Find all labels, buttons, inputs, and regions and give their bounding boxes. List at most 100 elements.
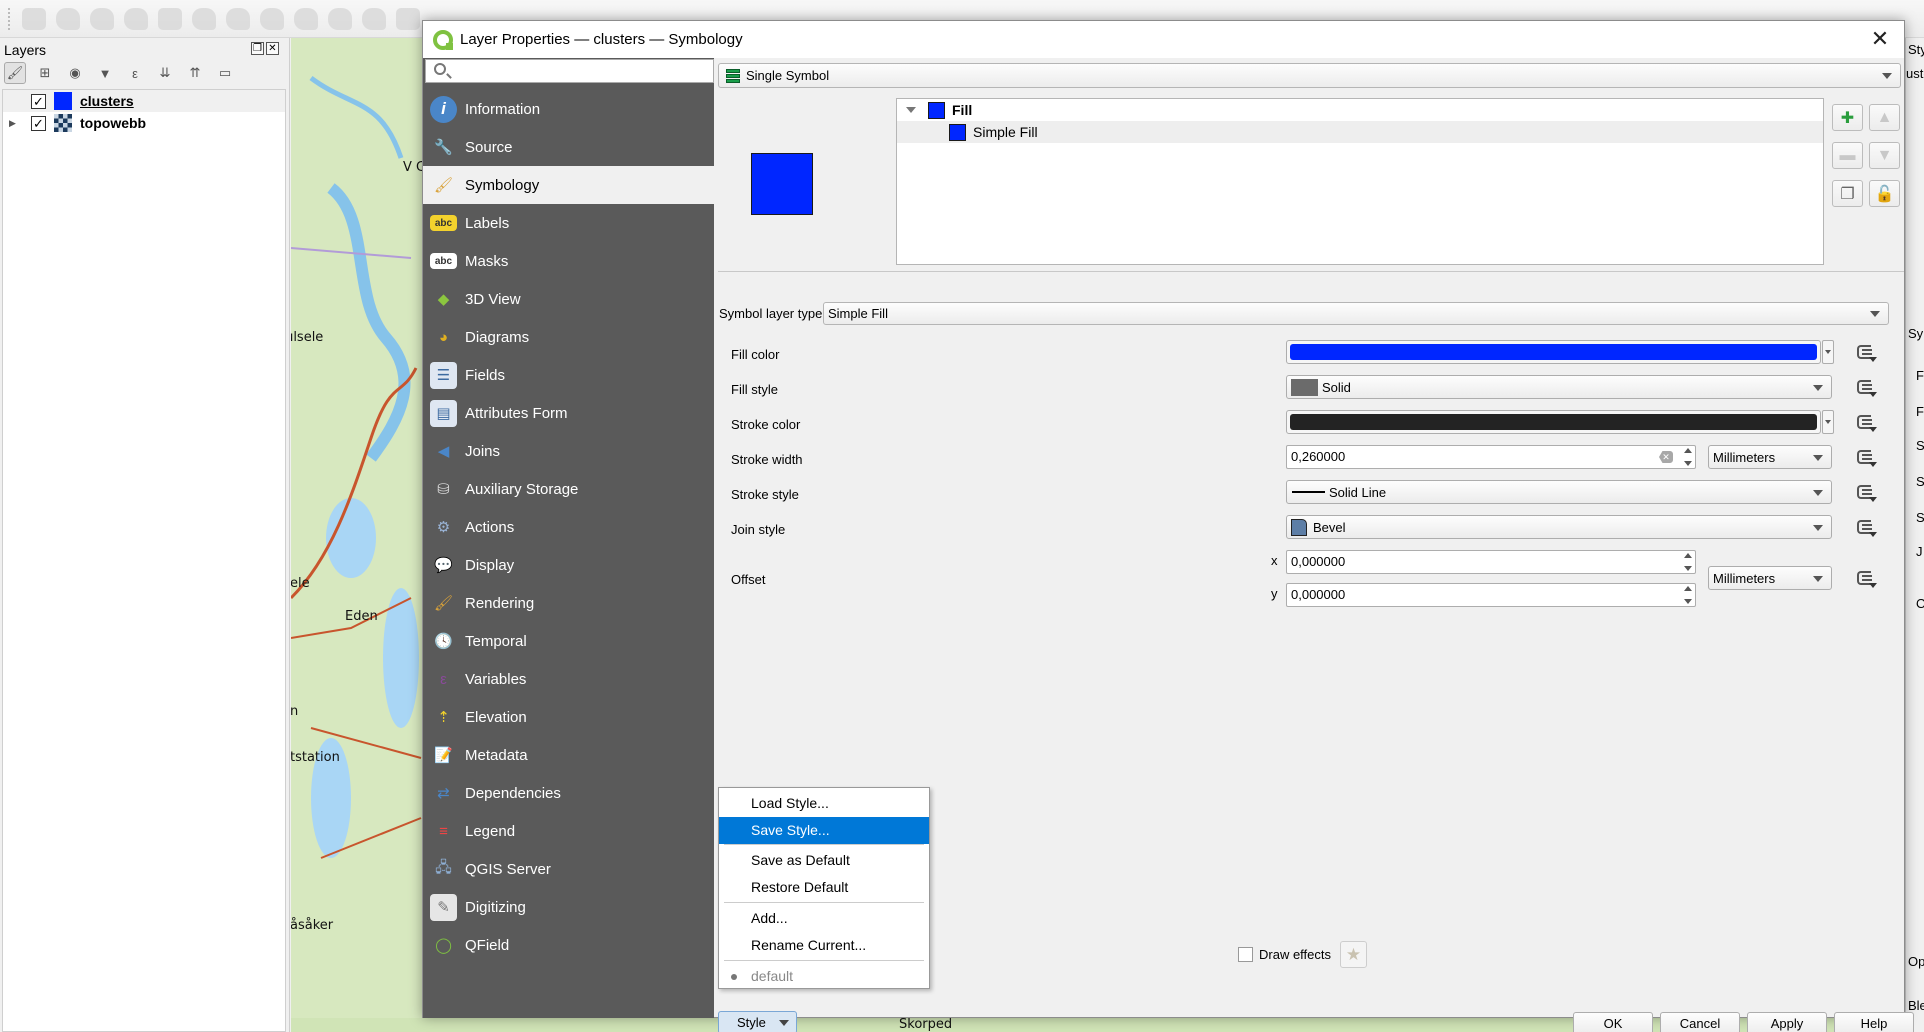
offset-x-input[interactable]: 0,000000 [1286, 550, 1696, 574]
data-defined-override-icon[interactable] [1853, 412, 1877, 432]
manage-visibility-icon[interactable]: ◉ [64, 62, 86, 84]
sidebar-item-masks[interactable]: abc Masks [423, 242, 714, 280]
delete-part-icon[interactable] [328, 7, 352, 30]
sidebar-item-actions[interactable]: ⚙ Actions [423, 508, 714, 546]
sidebar-item-rendering[interactable]: 🖌 Rendering [423, 584, 714, 622]
sidebar-item-3d-view[interactable]: ◆ 3D View [423, 280, 714, 318]
move-up-button[interactable]: ▲ [1869, 104, 1900, 131]
offset-unit-select[interactable]: Millimeters [1708, 566, 1832, 590]
close-panel-button[interactable]: ✕ [266, 42, 279, 55]
clear-icon[interactable]: ✕ [1659, 451, 1673, 463]
style-panel-icon[interactable]: 🖌 [4, 62, 26, 84]
sidebar-item-joins[interactable]: ◀ Joins [423, 432, 714, 470]
menu-item-save-as-default[interactable]: Save as Default [719, 847, 929, 874]
scale-feature-icon[interactable] [124, 7, 148, 30]
collapse-all-icon[interactable]: ⇈ [184, 62, 206, 84]
remove-symbol-layer-button[interactable]: ▬ [1832, 142, 1863, 169]
float-panel-button[interactable]: ❐ [251, 42, 264, 55]
apply-button[interactable]: Apply [1747, 1012, 1827, 1032]
fill-color-button[interactable] [1286, 340, 1821, 364]
delete-ring-icon[interactable] [294, 7, 318, 30]
sidebar-item-attributes-form[interactable]: ▤ Attributes Form [423, 394, 714, 432]
data-defined-override-icon[interactable] [1853, 342, 1877, 362]
sidebar-item-metadata[interactable]: 📝 Metadata [423, 736, 714, 774]
stroke-width-unit-select[interactable]: Millimeters [1708, 445, 1832, 469]
move-down-button[interactable]: ▼ [1869, 142, 1900, 169]
sidebar-item-information[interactable]: i Information [423, 90, 714, 128]
add-group-icon[interactable]: ⊞ [34, 62, 56, 84]
sidebar-item-legend[interactable]: ≡ Legend [423, 812, 714, 850]
sidebar-item-auxiliary-storage[interactable]: ⛁ Auxiliary Storage [423, 470, 714, 508]
spinner-arrows[interactable] [1682, 586, 1693, 604]
sidebar-item-temporal[interactable]: 🕓 Temporal [423, 622, 714, 660]
add-symbol-layer-button[interactable]: ✚ [1832, 104, 1863, 131]
layer-visibility-checkbox[interactable]: ✓ [31, 115, 46, 131]
symbol-layer-type-select[interactable]: Simple Fill [823, 302, 1889, 325]
sidebar-item-symbology[interactable]: 🖌 Symbology [423, 166, 714, 204]
data-defined-override-icon[interactable] [1853, 447, 1877, 467]
stroke-color-button[interactable] [1286, 410, 1821, 434]
menu-item-load-style[interactable]: Load Style... [719, 790, 929, 817]
sidebar-item-variables[interactable]: ε Variables [423, 660, 714, 698]
collapse-arrow-icon[interactable] [906, 107, 916, 113]
sidebar-item-labels[interactable]: abc Labels [423, 204, 714, 242]
data-defined-override-icon[interactable] [1853, 377, 1877, 397]
draw-effects-checkbox[interactable] [1238, 947, 1253, 962]
filter-expression-icon[interactable]: ε [124, 62, 146, 84]
offset-curve-icon[interactable] [396, 7, 420, 30]
offset-y-input[interactable]: 0,000000 [1286, 583, 1696, 607]
dialog-titlebar[interactable]: Layer Properties — clusters — Symbology … [423, 21, 1904, 58]
data-defined-override-icon[interactable] [1853, 568, 1877, 588]
close-button[interactable]: ✕ [1868, 27, 1892, 51]
duplicate-layer-button[interactable]: ❐ [1832, 180, 1863, 207]
reshape-icon[interactable] [362, 7, 386, 30]
menu-item-add[interactable]: Add... [719, 905, 929, 932]
remove-layer-icon[interactable]: ▭ [214, 62, 236, 84]
spinner-arrows[interactable] [1682, 553, 1693, 571]
join-style-select[interactable]: Bevel [1286, 515, 1832, 539]
help-button[interactable]: Help [1834, 1012, 1914, 1032]
lock-color-button[interactable]: 🔓 [1869, 180, 1900, 207]
stroke-color-dropdown[interactable] [1822, 410, 1834, 434]
symbol-tree-item-simple-fill[interactable]: Simple Fill [897, 121, 1823, 143]
sidebar-item-dependencies[interactable]: ⇄ Dependencies [423, 774, 714, 812]
sidebar-item-elevation[interactable]: ⇡ Elevation [423, 698, 714, 736]
expand-all-icon[interactable]: ⇊ [154, 62, 176, 84]
fill-style-select[interactable]: Solid [1286, 375, 1832, 399]
symbol-tree-item-fill[interactable]: Fill [897, 99, 1823, 121]
spinner-arrows[interactable] [1682, 448, 1693, 466]
sidebar-item-source[interactable]: 🔧 Source [423, 128, 714, 166]
sidebar-item-qfield[interactable]: ◯ QField [423, 926, 714, 964]
sidebar-item-qgis-server[interactable]: 🖧 QGIS Server [423, 850, 714, 888]
fill-ring-icon[interactable] [260, 7, 284, 30]
menu-item-restore-default[interactable]: Restore Default [719, 874, 929, 901]
cancel-button[interactable]: Cancel [1660, 1012, 1740, 1032]
menu-item-default-style[interactable]: default [719, 963, 929, 990]
renderer-type-select[interactable]: Single Symbol [718, 63, 1901, 88]
simplify-icon[interactable] [158, 7, 182, 30]
style-menu-button[interactable]: Style [718, 1011, 797, 1032]
filter-legend-icon[interactable]: ▼ [94, 62, 116, 84]
measure-icon[interactable] [22, 7, 46, 30]
fill-color-dropdown[interactable] [1822, 340, 1834, 364]
layer-item-clusters[interactable]: ✓ clusters [3, 90, 285, 112]
expand-arrow-icon[interactable]: ▶ [9, 118, 21, 129]
menu-item-rename-current[interactable]: Rename Current... [719, 932, 929, 959]
add-part-icon[interactable] [226, 7, 250, 30]
sidebar-item-digitizing[interactable]: ✎ Digitizing [423, 888, 714, 926]
add-ring-icon[interactable] [192, 7, 216, 30]
sidebar-search-input[interactable] [425, 59, 714, 83]
data-defined-override-icon[interactable] [1853, 517, 1877, 537]
layer-item-topowebb[interactable]: ▶ ✓ topowebb [3, 112, 285, 134]
stroke-width-input[interactable]: 0,260000 ✕ [1286, 445, 1696, 469]
ok-button[interactable]: OK [1573, 1012, 1653, 1032]
move-feature-icon[interactable] [56, 7, 80, 30]
effects-star-icon[interactable]: ★ [1340, 941, 1367, 968]
sidebar-item-display[interactable]: 💬 Display [423, 546, 714, 584]
toolbar-grip[interactable] [8, 7, 12, 30]
layer-visibility-checkbox[interactable]: ✓ [31, 93, 46, 109]
sidebar-item-diagrams[interactable]: ◕ Diagrams [423, 318, 714, 356]
menu-item-save-style[interactable]: Save Style... [719, 817, 929, 844]
sidebar-item-fields[interactable]: ☰ Fields [423, 356, 714, 394]
rotate-feature-icon[interactable] [90, 7, 114, 30]
